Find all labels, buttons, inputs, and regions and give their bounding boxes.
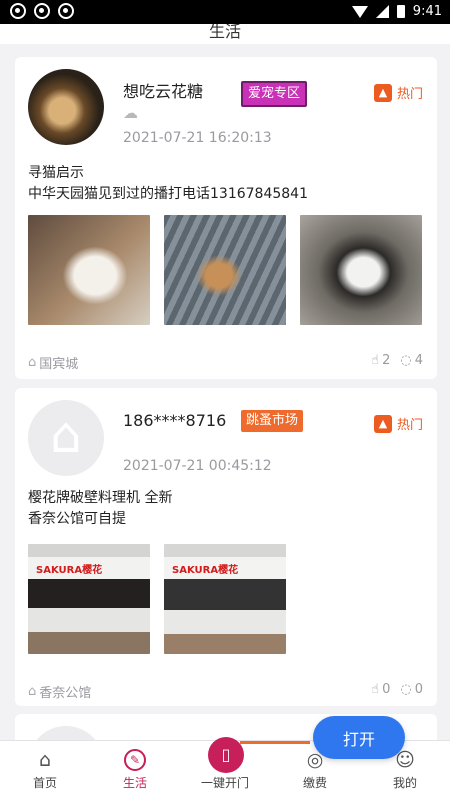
fire-icon: ▲ [373,414,392,433]
like-button[interactable]: ☝ 2 [371,353,390,368]
location-icon: ⌂ [28,355,37,370]
post-photo[interactable]: SAKURA樱花 [164,544,286,654]
status-bar: 9:41 [0,0,450,24]
photo-brand-text: SAKURA樱花 [172,565,239,576]
door-icon: ▯ [208,737,244,773]
post-text: 寻猫启示 中华天园猫见到过的播打电话13167845841 [28,165,308,202]
comment-button[interactable]: ◌ 4 [400,353,423,368]
tab-label: 一键开门 [200,776,249,790]
thumbs-up-icon: ☝ [371,682,380,697]
avatar[interactable] [28,69,104,145]
tab-open-door[interactable]: ▯ 一键开门 [180,737,270,801]
post-photos [28,215,422,325]
post-card[interactable]: 想吃云花糖 爱宠专区 ▲ 热门 ☁ 2021-07-21 16:20:13 寻猫… [15,57,437,379]
category-tag[interactable]: 爱宠专区 [241,81,308,107]
tab-label: 我的 [392,776,417,790]
post-photo[interactable] [164,215,286,325]
post-location: ⌂ 香奈公馆 [28,682,91,701]
hot-label: 热门 [396,418,423,433]
page-title: 生活 [208,24,241,41]
hot-label: 热门 [396,87,423,102]
post-text: 樱花牌破壁料理机 全新 香奈公馆可自提 [28,490,173,527]
battery-icon [396,5,405,18]
wifi-icon [351,5,368,18]
home-icon: ⌂ [38,749,52,771]
category-tag[interactable]: 跳蚤市场 [241,410,304,432]
post-stats: ☝ 0 ◌ 0 [371,682,423,697]
post-location: ⌂ 国宾城 [28,353,78,372]
tab-label: 缴费 [302,776,327,790]
fire-icon: ▲ [373,83,392,102]
avatar[interactable] [28,400,104,476]
notification-icons [10,3,74,19]
post-username[interactable]: 186****8716 [123,410,233,432]
hot-badge: ▲ 热门 [373,83,423,102]
life-icon: ✎ [124,749,146,771]
status-time: 9:41 [412,4,442,19]
notification-icon [10,3,26,19]
location-name: 香奈公馆 [39,686,92,701]
post-stats: ☝ 2 ◌ 4 [371,353,423,368]
open-button[interactable]: 打开 [313,716,405,759]
thumbs-up-icon: ☝ [371,353,380,368]
location-icon: ⌂ [28,684,37,699]
comment-button[interactable]: ◌ 0 [400,682,423,697]
tab-life[interactable]: ✎ 生活 [90,741,180,801]
notification-icon [34,3,50,19]
page-header: 生活 [0,24,450,44]
hot-badge: ▲ 热门 [373,414,423,433]
tab-label: 首页 [32,776,57,790]
like-button[interactable]: ☝ 0 [371,682,390,697]
signal-icon [375,5,389,18]
photo-brand-text: SAKURA樱花 [36,565,103,576]
post-photos: SAKURA樱花 SAKURA樱花 [28,544,286,654]
post-time: 2021-07-21 16:20:13 [123,130,272,146]
post-username[interactable]: 想吃云花糖 [123,81,203,103]
comment-icon: ◌ [400,682,412,697]
tab-home[interactable]: ⌂ 首页 [0,741,90,801]
notification-icon [58,3,74,19]
comment-count: 4 [414,353,423,368]
comment-count: 0 [414,682,423,697]
post-time: 2021-07-21 00:45:12 [123,458,272,474]
like-count: 0 [382,682,391,697]
comment-icon: ◌ [400,353,412,368]
post-photo[interactable] [28,215,150,325]
post-card[interactable]: 186****8716 跳蚤市场 ▲ 热门 2021-07-21 00:45:1… [15,388,437,706]
cloud-icon: ☁ [123,104,138,122]
tab-label: 生活 [122,776,147,790]
post-photo[interactable] [300,215,422,325]
post-photo[interactable]: SAKURA樱花 [28,544,150,654]
location-name: 国宾城 [39,357,79,372]
like-count: 2 [382,353,391,368]
